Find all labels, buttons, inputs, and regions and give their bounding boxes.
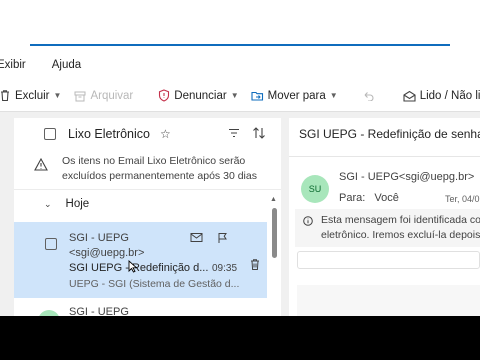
- chevron-down-icon[interactable]: ▼: [231, 91, 239, 100]
- trash-icon: [0, 89, 11, 102]
- list-item[interactable]: SGI - UEPG: [14, 300, 267, 316]
- archive-label: Arquivar: [90, 89, 134, 102]
- item-checkbox[interactable]: [45, 238, 57, 250]
- info-line-2: eletrônico. Iremos excluí-la depois: [321, 229, 480, 241]
- to-label: Para:: [339, 192, 366, 204]
- delete-label: Excluir: [15, 89, 50, 102]
- scroll-up-arrow[interactable]: ▲: [270, 196, 277, 203]
- select-all-checkbox[interactable]: [44, 128, 56, 140]
- item-time: 09:35: [212, 263, 238, 274]
- email-recipients: Para: Você: [339, 192, 399, 204]
- menu-bar: Exibir Ajuda: [0, 54, 480, 76]
- read-unread-button[interactable]: Lido / Não lido: [403, 89, 480, 102]
- junk-warning: Os itens no Email Lixo Eletrônico serão …: [14, 150, 281, 190]
- reading-pane: SGI UEPG - Redefinição de senha SU SGI -…: [289, 118, 480, 316]
- undo-icon: [362, 89, 375, 102]
- list-item[interactable]: SGI - UEPG <sgi@uepg.br> SGI UEPG - Rede…: [14, 222, 267, 298]
- title-area: [0, 0, 480, 46]
- archive-icon: [73, 89, 86, 102]
- read-unread-label: Lido / Não lido: [419, 89, 480, 102]
- shield-icon: [157, 89, 170, 102]
- scrollbar-thumb[interactable]: [272, 208, 277, 258]
- star-icon[interactable]: ☆: [160, 127, 171, 141]
- undo-button[interactable]: [362, 89, 379, 102]
- letterbox-bottom: [0, 316, 480, 360]
- email-subject: SGI UEPG - Redefinição de senha: [299, 127, 480, 141]
- archive-button[interactable]: Arquivar: [73, 89, 133, 102]
- avatar[interactable]: SU: [301, 175, 329, 203]
- item-subject: SGI UEPG - Redefinição d...: [69, 262, 209, 274]
- not-junk-button[interactable]: [297, 251, 480, 269]
- trash-icon[interactable]: [249, 258, 261, 274]
- sort-icon[interactable]: [252, 126, 266, 143]
- group-label: Hoje: [65, 198, 90, 210]
- warning-text: Os itens no Email Lixo Eletrônico serão …: [62, 155, 257, 182]
- info-icon: [303, 216, 313, 231]
- menu-ajuda[interactable]: Ajuda: [52, 59, 81, 71]
- move-to-button[interactable]: Mover para ▼: [251, 89, 338, 102]
- move-label: Mover para: [267, 89, 326, 102]
- report-label: Denunciar: [174, 89, 227, 102]
- sender-name: SGI - UEPG: [69, 232, 129, 244]
- email-body: [297, 285, 480, 316]
- email-card: SU SGI - UEPG<sgi@uepg.br> Para: Você Te…: [289, 156, 480, 316]
- folder-title: Lixo Eletrônico: [68, 127, 150, 141]
- warning-icon: [34, 157, 48, 176]
- junk-info-bar: Esta mensagem foi identificada co eletrô…: [295, 209, 480, 247]
- chevron-down-icon[interactable]: ⌄: [44, 199, 52, 210]
- envelope-icon[interactable]: [190, 232, 203, 247]
- toolbar: Excluir ▼ Arquivar Denunciar ▼ Mover par…: [0, 80, 480, 112]
- menu-exibir[interactable]: Exibir: [0, 59, 26, 71]
- sender-name: SGI - UEPG: [69, 306, 129, 316]
- to-value: Você: [374, 192, 399, 204]
- item-quick-actions: [190, 232, 228, 247]
- delete-button[interactable]: Excluir ▼: [0, 89, 61, 102]
- info-line-1: Esta mensagem foi identificada co: [321, 214, 480, 226]
- accent-line: [30, 44, 450, 46]
- message-list: Lixo Eletrônico ☆ Os itens no Email Lixo…: [14, 118, 281, 316]
- folder-move-icon: [251, 89, 264, 102]
- envelope-open-icon: [403, 89, 416, 102]
- filter-icon[interactable]: [228, 127, 240, 142]
- flag-icon[interactable]: [217, 232, 228, 247]
- group-header-today[interactable]: ⌄ Hoje: [14, 190, 281, 218]
- mouse-pointer-icon: [128, 259, 138, 276]
- chevron-down-icon[interactable]: ▼: [54, 91, 62, 100]
- list-header: Lixo Eletrônico ☆: [14, 118, 281, 150]
- chevron-down-icon[interactable]: ▼: [330, 91, 338, 100]
- report-button[interactable]: Denunciar ▼: [157, 89, 239, 102]
- outlook-window: Exibir Ajuda Excluir ▼ Arquivar Denuncia…: [0, 0, 480, 360]
- sender-email: <sgi@uepg.br>: [69, 247, 145, 259]
- item-preview: UEPG - SGI (Sistema de Gestão d...: [69, 278, 240, 290]
- email-sender[interactable]: SGI - UEPG<sgi@uepg.br>: [339, 171, 474, 183]
- email-date: Ter, 04/0: [445, 194, 480, 204]
